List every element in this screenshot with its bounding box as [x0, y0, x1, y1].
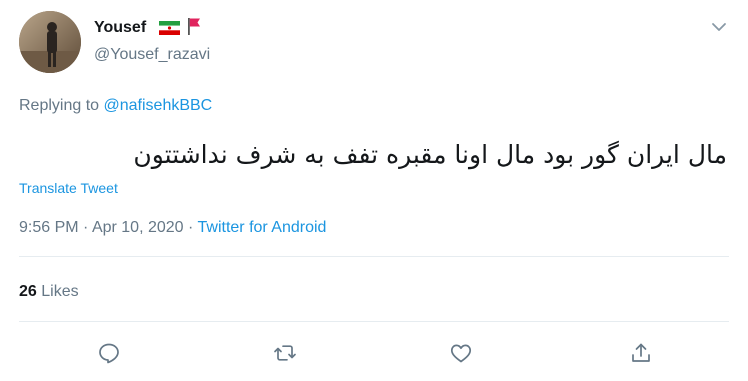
retweet-icon — [274, 345, 296, 361]
retweet-button[interactable] — [270, 338, 300, 368]
divider — [19, 256, 729, 257]
chevron-down-icon[interactable] — [708, 16, 730, 38]
avatar[interactable] — [19, 11, 81, 73]
tweet-text: مال ایران گور بود مال اونا مقبره تفف به … — [133, 140, 727, 169]
tweet-source-link[interactable]: Twitter for Android — [198, 219, 327, 236]
reply-button[interactable] — [94, 338, 124, 368]
divider — [19, 321, 729, 322]
meta-separator: · — [183, 219, 198, 236]
share-icon — [632, 343, 650, 362]
likes-label: Likes — [41, 283, 79, 300]
iran-flag-icon — [159, 21, 180, 35]
tweet-date[interactable]: Apr 10, 2020 — [92, 219, 184, 236]
replying-to-label: Replying to — [19, 97, 104, 114]
share-button[interactable] — [626, 338, 656, 368]
tweet-time[interactable]: 9:56 PM — [19, 219, 79, 236]
user-handle[interactable]: @Yousef_razavi — [94, 45, 210, 65]
red-flag-icon — [188, 18, 200, 35]
tweet-meta: 9:56 PM · Apr 10, 2020 · Twitter for And… — [19, 218, 326, 238]
reply-icon — [99, 343, 119, 364]
avatar-image — [19, 11, 81, 73]
translate-tweet-link[interactable]: Translate Tweet — [19, 179, 118, 197]
replying-to-line: Replying to @nafisehkBBC — [19, 96, 212, 116]
meta-separator: · — [78, 219, 92, 236]
likes-count-link[interactable]: 26 Likes — [19, 282, 79, 302]
display-name[interactable]: Yousef — [94, 18, 146, 38]
like-button[interactable] — [446, 338, 476, 368]
heart-icon — [450, 344, 472, 363]
likes-count: 26 — [19, 283, 37, 300]
reply-mention-link[interactable]: @nafisehkBBC — [104, 97, 213, 114]
